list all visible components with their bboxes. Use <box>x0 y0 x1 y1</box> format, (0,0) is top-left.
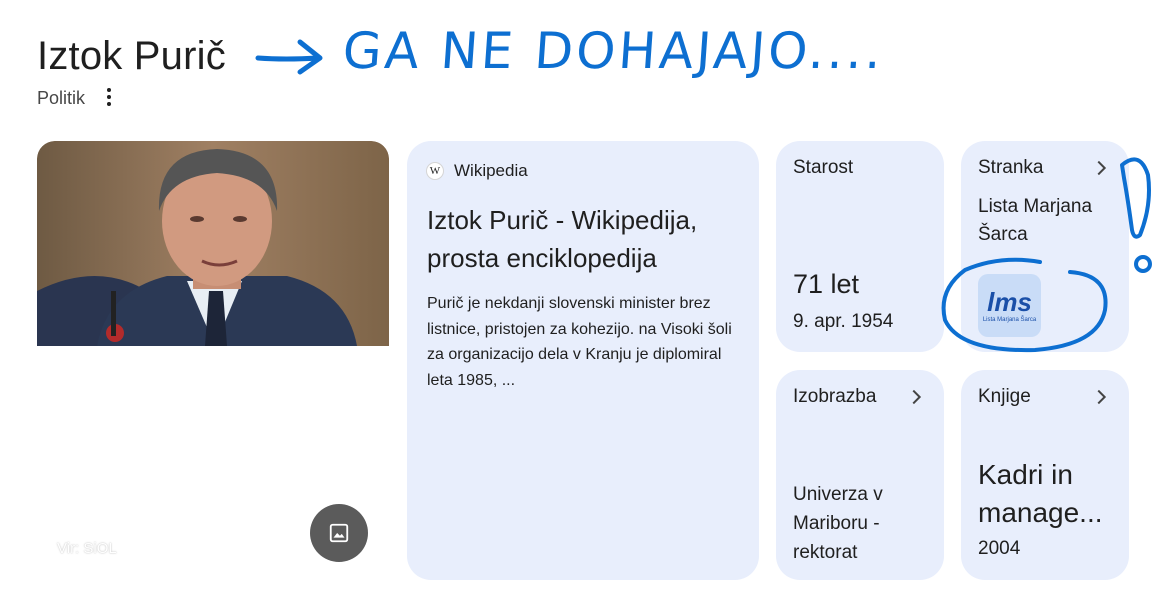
birth-date: 9. apr. 1954 <box>793 311 894 332</box>
wiki-snippet: Purič je nekdanji slovenski minister bre… <box>427 295 732 389</box>
books-card[interactable]: Knjige Kadri in manage... 2004 <box>961 370 1129 580</box>
wiki-article-title[interactable]: Iztok Purič - Wikipedija, prosta enciklo… <box>427 201 739 277</box>
education-value: Univerza v Mariboru - rektorat <box>793 484 883 563</box>
age-card: Starost 71 let 9. apr. 1954 <box>776 141 944 352</box>
age-header: Starost <box>793 157 927 179</box>
book-title[interactable]: Kadri in manage... <box>978 456 1118 532</box>
age-label: Starost <box>793 157 854 178</box>
chevron-right-icon[interactable] <box>905 386 927 408</box>
education-card[interactable]: Izobrazba Univerza v Mariboru - rektorat <box>776 370 944 580</box>
party-card[interactable]: Stranka Lista Marjana Šarca lms Lista Ma… <box>961 141 1129 352</box>
wiki-source-label: Wikipedia <box>454 161 528 180</box>
page-subtitle: Politik <box>37 88 86 108</box>
party-logo-text: lms <box>987 286 1032 317</box>
wikipedia-logo-icon: W <box>426 162 444 180</box>
portrait-photo[interactable] <box>37 141 389 346</box>
wikipedia-card[interactable]: W Wikipedia Iztok Purič - Wikipedija, pr… <box>407 141 759 580</box>
party-label: Stranka <box>978 157 1044 178</box>
image-gallery-button[interactable] <box>310 504 368 562</box>
education-label: Izobrazba <box>793 386 877 407</box>
photo-card[interactable]: Vir: SiOL <box>37 141 389 580</box>
photo-credit: Vir: SiOL <box>57 540 117 557</box>
page-title: Iztok Purič <box>37 34 226 78</box>
image-icon <box>329 523 349 543</box>
more-options-icon[interactable] <box>97 85 121 109</box>
book-year: 2004 <box>978 538 1021 559</box>
subtitle-row: Politik <box>37 85 121 109</box>
books-header[interactable]: Knjige <box>978 386 1112 408</box>
handwritten-note: GA NE DOHAJAJO.... <box>340 22 887 80</box>
portrait-illustration <box>37 141 389 346</box>
party-header[interactable]: Stranka <box>978 157 1112 179</box>
party-logo[interactable]: lms Lista Marjana Šarca <box>978 274 1041 337</box>
wiki-source: W Wikipedia <box>426 161 739 181</box>
books-label: Knjige <box>978 386 1031 407</box>
party-logo-caption: Lista Marjana Šarca <box>982 316 1037 323</box>
education-header[interactable]: Izobrazba <box>793 386 927 408</box>
party-name: Lista Marjana Šarca <box>978 196 1093 245</box>
chevron-right-icon[interactable] <box>1090 386 1112 408</box>
age-value: 71 let <box>793 269 860 299</box>
chevron-right-icon[interactable] <box>1090 157 1112 179</box>
